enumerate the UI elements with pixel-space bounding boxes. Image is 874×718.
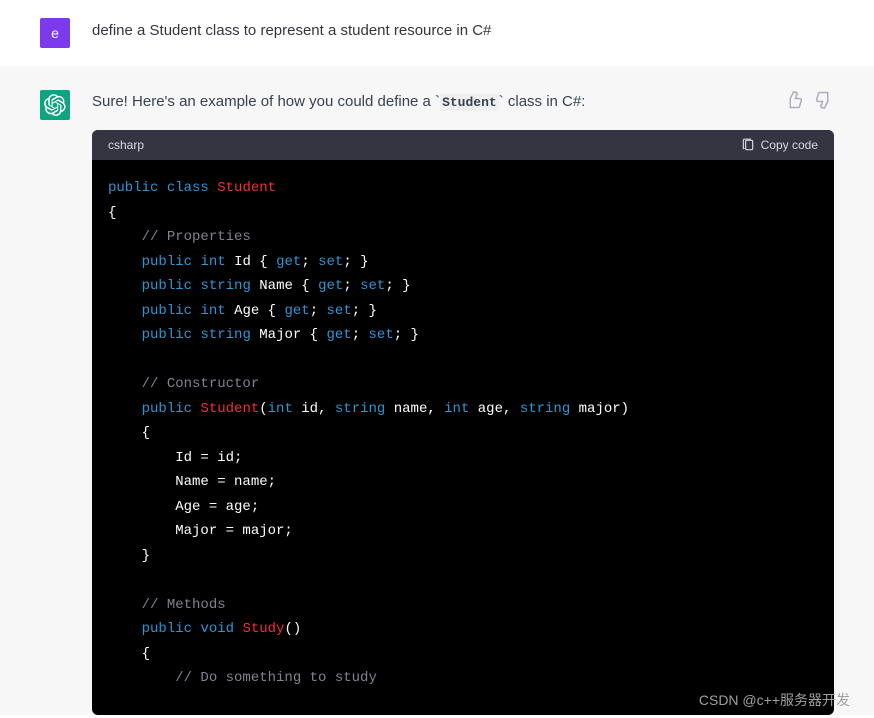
- assistant-text-after: class in C#:: [504, 93, 586, 110]
- token-major: Major: [259, 327, 301, 343]
- token-int: int: [268, 401, 293, 417]
- token-student-ctor: Student: [200, 401, 259, 417]
- token-public: public: [108, 180, 158, 196]
- token-class: class: [167, 180, 209, 196]
- token-public: public: [142, 303, 192, 319]
- copy-code-button[interactable]: Copy code: [741, 138, 818, 152]
- token-comment-methods: // Methods: [142, 597, 226, 613]
- inline-code-student: Student: [440, 94, 499, 111]
- token-string: string: [200, 327, 250, 343]
- token-assign-age: Age = age;: [175, 499, 259, 515]
- token-public: public: [142, 327, 192, 343]
- token-public: public: [142, 254, 192, 270]
- token-param-age: age: [478, 401, 503, 417]
- token-set: set: [318, 254, 343, 270]
- token-brace: {: [108, 205, 116, 221]
- reaction-buttons: [784, 90, 834, 110]
- token-public: public: [142, 278, 192, 294]
- token-id: Id: [234, 254, 251, 270]
- token-study: Study: [242, 621, 284, 637]
- assistant-text-before: Sure! Here's an example of how you could…: [92, 93, 435, 110]
- token-set: set: [360, 278, 385, 294]
- code-block: csharp Copy code public class Student { …: [92, 130, 834, 715]
- token-param-id: id: [301, 401, 318, 417]
- assistant-content: Sure! Here's an example of how you could…: [92, 90, 834, 715]
- token-comment-study: // Do something to study: [175, 670, 377, 686]
- token-name: Name: [259, 278, 293, 294]
- user-message-text: define a Student class to represent a st…: [92, 18, 491, 39]
- thumbs-up-icon: [785, 91, 803, 109]
- copy-code-label: Copy code: [761, 138, 818, 152]
- thumbs-down-icon: [815, 91, 833, 109]
- thumbs-up-button[interactable]: [784, 90, 804, 110]
- user-message-row: e define a Student class to represent a …: [0, 0, 874, 66]
- token-int: int: [200, 254, 225, 270]
- token-assign-name: Name = name;: [175, 474, 276, 490]
- token-assign-id: Id = id;: [175, 450, 242, 466]
- code-content: public class Student { // Properties pub…: [92, 160, 834, 715]
- code-language-label: csharp: [108, 138, 144, 152]
- watermark-text: CSDN @c++服务器开发: [699, 690, 850, 710]
- token-get: get: [276, 254, 301, 270]
- token-param-major: major: [579, 401, 621, 417]
- token-set: set: [327, 303, 352, 319]
- thumbs-down-button[interactable]: [814, 90, 834, 110]
- token-get: get: [327, 327, 352, 343]
- assistant-avatar: [40, 90, 70, 120]
- token-param-name: name: [394, 401, 428, 417]
- token-age: Age: [234, 303, 259, 319]
- openai-logo-icon: [44, 94, 66, 116]
- token-get: get: [318, 278, 343, 294]
- token-student: Student: [217, 180, 276, 196]
- assistant-message-row: Sure! Here's an example of how you could…: [0, 66, 874, 715]
- token-string: string: [520, 401, 570, 417]
- code-header: csharp Copy code: [92, 130, 834, 160]
- clipboard-icon: [741, 138, 755, 152]
- user-avatar: e: [40, 18, 70, 48]
- token-comment-props: // Properties: [142, 229, 251, 245]
- token-comment-ctor: // Constructor: [142, 376, 260, 392]
- token-int: int: [444, 401, 469, 417]
- token-string: string: [200, 278, 250, 294]
- token-set: set: [369, 327, 394, 343]
- token-get: get: [285, 303, 310, 319]
- token-public: public: [142, 401, 192, 417]
- user-avatar-letter: e: [51, 25, 59, 41]
- token-int: int: [200, 303, 225, 319]
- token-string: string: [335, 401, 385, 417]
- assistant-text: Sure! Here's an example of how you could…: [92, 90, 834, 114]
- token-public: public: [142, 621, 192, 637]
- token-assign-major: Major = major;: [175, 523, 293, 539]
- token-void: void: [200, 621, 234, 637]
